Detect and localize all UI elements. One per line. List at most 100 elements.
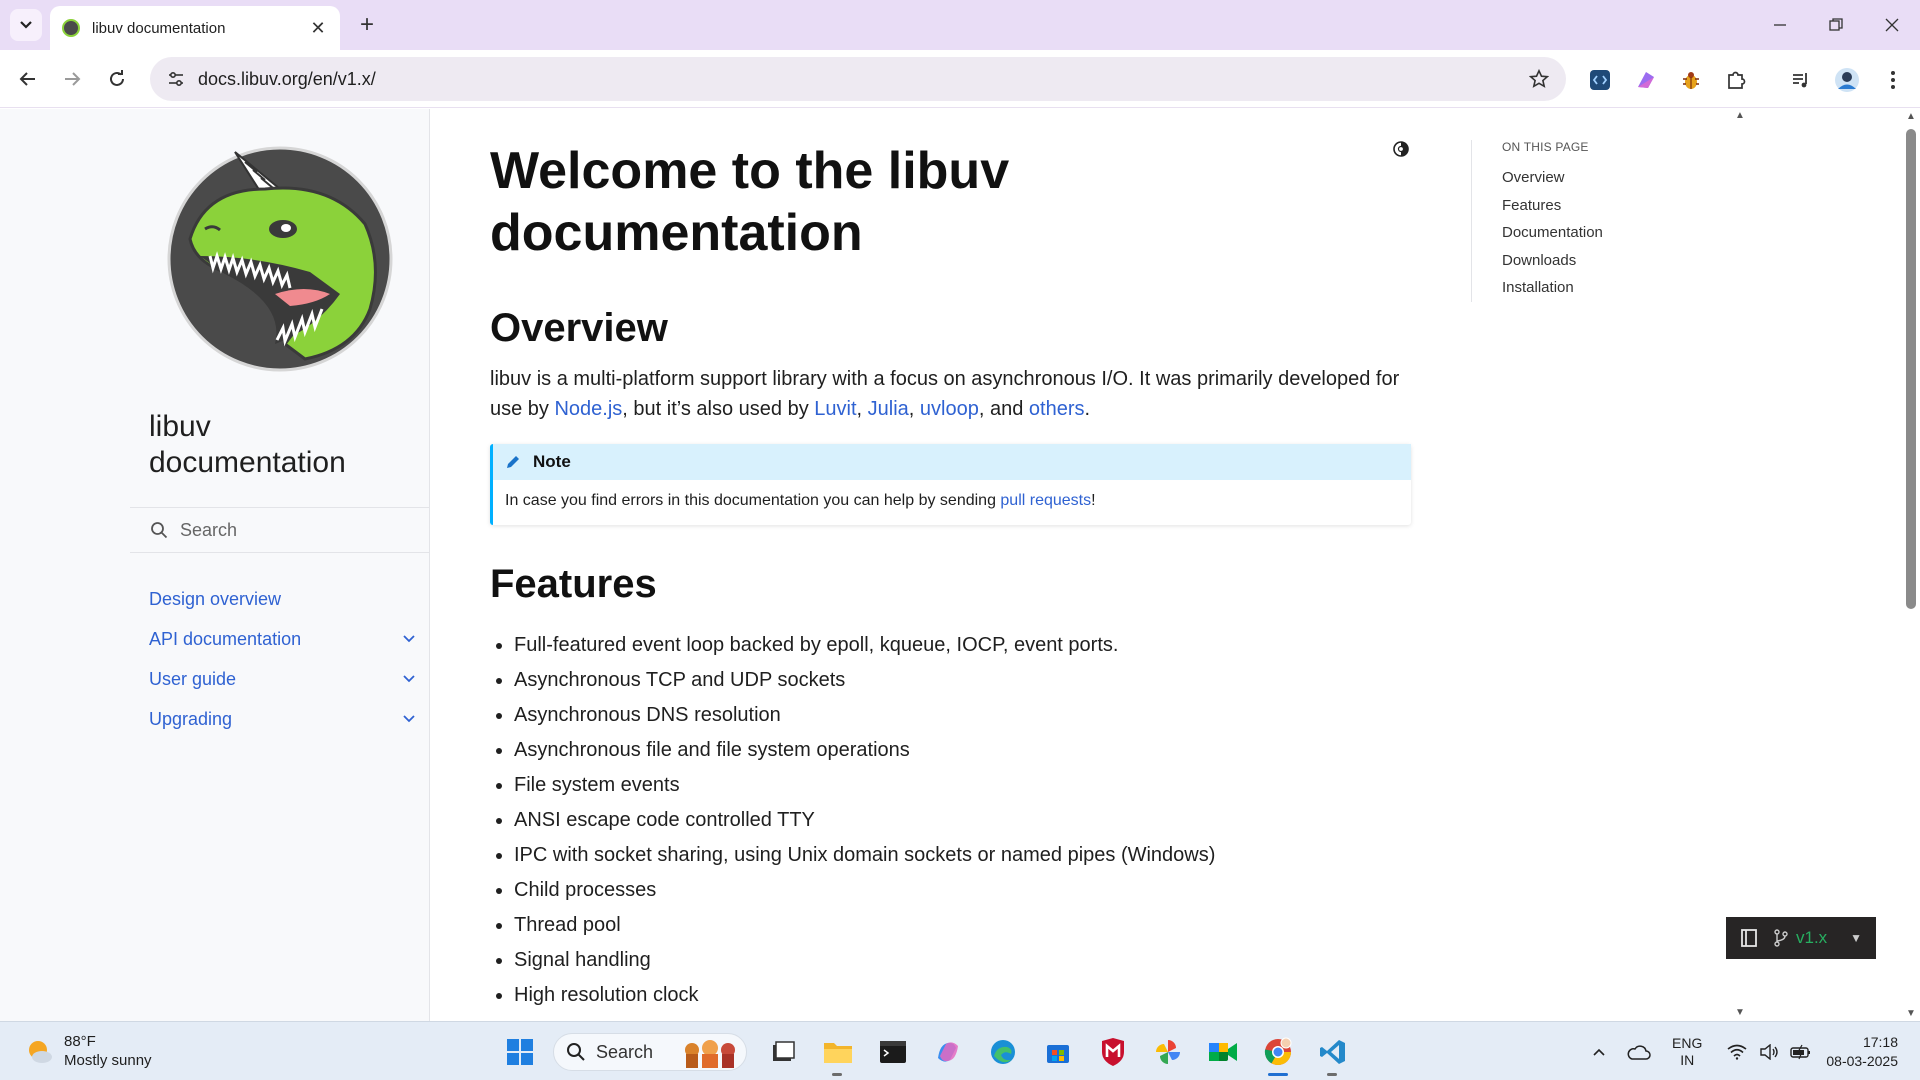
uvloop-link[interactable]: uvloop xyxy=(920,398,979,420)
show-hidden-icons-chevron-icon[interactable] xyxy=(1584,1037,1614,1067)
chevron-down-icon[interactable] xyxy=(399,669,419,689)
copilot-app[interactable] xyxy=(926,1030,970,1074)
close-window-button[interactable] xyxy=(1864,0,1920,50)
search-icon xyxy=(151,522,168,539)
browser-menu-icon[interactable] xyxy=(1878,65,1908,95)
toc-title: ON THIS PAGE xyxy=(1502,140,1589,154)
sidebar-item-user-guide[interactable]: User guide xyxy=(149,659,419,699)
list-item: Asynchronous file and file system operat… xyxy=(514,733,1394,768)
sidebar-item-design-overview[interactable]: Design overview xyxy=(149,579,419,619)
taskbar: 88°F Mostly sunny Search ENG IN 17:18 08… xyxy=(0,1021,1920,1080)
list-item: IPC with socket sharing, using Unix doma… xyxy=(514,838,1394,873)
note-title: Note xyxy=(533,452,571,471)
vscode-app[interactable] xyxy=(1311,1030,1355,1076)
chrome-icon xyxy=(1264,1037,1292,1066)
sidebar-search[interactable] xyxy=(130,507,430,553)
toc-scroll-up-icon[interactable]: ▲ xyxy=(1735,110,1745,121)
others-link[interactable]: others xyxy=(1029,398,1085,420)
note-body: In case you find errors in this document… xyxy=(493,480,1411,522)
task-view-icon xyxy=(773,1041,795,1061)
reload-button[interactable] xyxy=(101,63,133,95)
pull-requests-link[interactable]: pull requests xyxy=(1000,492,1091,509)
main-content: Welcome to the libuv documentation Overv… xyxy=(490,140,1411,1006)
terminal-app[interactable] xyxy=(871,1030,915,1074)
tab-search-button[interactable] xyxy=(10,9,42,41)
onedrive-cloud-icon[interactable] xyxy=(1624,1037,1654,1067)
bookmark-star-icon[interactable] xyxy=(1526,66,1552,92)
mcafee-app[interactable] xyxy=(1091,1030,1135,1074)
folder-icon xyxy=(824,1043,852,1063)
active-indicator xyxy=(1268,1073,1288,1076)
libuv-logo[interactable] xyxy=(165,144,395,374)
page-scrollbar[interactable]: ▲ ▼ xyxy=(1902,109,1920,1021)
arrow-left-icon xyxy=(19,72,35,86)
features-list: Full-featured event loop backed by epoll… xyxy=(514,628,1394,1013)
site-info-icon[interactable] xyxy=(164,67,188,91)
address-bar[interactable]: docs.libuv.org/en/v1.x/ xyxy=(150,57,1566,101)
lang-region: IN xyxy=(1680,1051,1695,1068)
taskbar-search-label: Search xyxy=(596,1041,654,1062)
tab-title: libuv documentation xyxy=(92,19,226,37)
start-button[interactable] xyxy=(498,1030,542,1074)
new-tab-button[interactable]: + xyxy=(352,10,382,40)
bug-extension-icon[interactable] xyxy=(1676,65,1706,95)
photos-app[interactable] xyxy=(1146,1030,1190,1074)
extensions-puzzle-icon[interactable] xyxy=(1721,65,1751,95)
meet-app[interactable] xyxy=(1201,1030,1245,1074)
task-view-app[interactable] xyxy=(761,1030,805,1074)
microsoft-store-app[interactable] xyxy=(1036,1030,1080,1074)
running-indicator xyxy=(832,1073,842,1076)
julia-link[interactable]: Julia xyxy=(868,398,909,420)
profile-avatar[interactable] xyxy=(1832,65,1862,95)
toc-item-downloads[interactable]: Downloads xyxy=(1502,247,1711,275)
project-name[interactable]: libuv documentation xyxy=(149,409,409,481)
file-explorer-app[interactable] xyxy=(816,1030,860,1076)
git-branch-icon xyxy=(1774,929,1788,947)
toc-item-installation[interactable]: Installation xyxy=(1502,274,1711,302)
minimize-button[interactable] xyxy=(1752,0,1808,50)
toc-item-features[interactable]: Features xyxy=(1502,192,1711,220)
wifi-icon[interactable] xyxy=(1722,1037,1752,1067)
sidebar-item-api-documentation[interactable]: API documentation xyxy=(149,619,419,659)
battery-icon[interactable] xyxy=(1786,1037,1816,1067)
close-tab-icon[interactable]: ✕ xyxy=(308,18,328,39)
restore-button[interactable] xyxy=(1808,0,1864,50)
docs-sidebar: libuv documentation Design overview API … xyxy=(0,109,430,1021)
search-input[interactable] xyxy=(180,519,410,541)
chevron-down-icon[interactable] xyxy=(399,629,419,649)
nodejs-link[interactable]: Node.js xyxy=(554,398,622,420)
chrome-app[interactable] xyxy=(1256,1030,1300,1076)
back-button[interactable] xyxy=(12,63,44,95)
system-clock[interactable]: 17:18 08-03-2025 xyxy=(1826,1033,1898,1071)
code-extension-icon[interactable] xyxy=(1585,65,1615,95)
version-flyout[interactable]: v1.x ▼ xyxy=(1726,917,1876,959)
overview-heading: Overview xyxy=(490,306,668,350)
toc-item-documentation[interactable]: Documentation xyxy=(1502,219,1711,247)
theme-toggle-icon[interactable] xyxy=(1392,140,1412,160)
scrollbar-thumb[interactable] xyxy=(1906,129,1916,609)
sidebar-item-upgrading[interactable]: Upgrading xyxy=(149,699,419,739)
edge-icon xyxy=(991,1040,1015,1064)
toc-scroll-down-icon[interactable]: ▼ xyxy=(1735,1007,1745,1018)
taskbar-search[interactable]: Search xyxy=(553,1033,747,1071)
edge-app[interactable] xyxy=(981,1030,1025,1074)
sidebar-item-label: Design overview xyxy=(149,588,282,609)
chevron-down-icon[interactable] xyxy=(399,709,419,729)
windows-logo-icon xyxy=(507,1039,533,1065)
luvit-link[interactable]: Luvit xyxy=(814,398,856,420)
weather-temp: 88°F xyxy=(64,1033,96,1050)
scroll-down-arrow-icon[interactable]: ▼ xyxy=(1906,1008,1916,1019)
input-language-indicator[interactable]: ENG IN xyxy=(1672,1035,1702,1069)
media-controls-icon[interactable] xyxy=(1786,65,1816,95)
forward-button[interactable] xyxy=(56,63,88,95)
gemini-extension-icon[interactable] xyxy=(1631,65,1661,95)
pinwheel-icon xyxy=(1156,1040,1180,1064)
toc-item-overview[interactable]: Overview xyxy=(1502,164,1711,192)
scroll-up-arrow-icon[interactable]: ▲ xyxy=(1906,111,1916,122)
volume-icon[interactable] xyxy=(1754,1037,1784,1067)
active-tab[interactable]: libuv documentation ✕ xyxy=(50,6,340,50)
tab-strip: libuv documentation ✕ + xyxy=(0,0,1920,50)
list-item: Child processes xyxy=(514,873,1394,908)
weather-widget[interactable]: 88°F Mostly sunny xyxy=(24,1032,152,1070)
overview-text: , xyxy=(856,398,868,420)
